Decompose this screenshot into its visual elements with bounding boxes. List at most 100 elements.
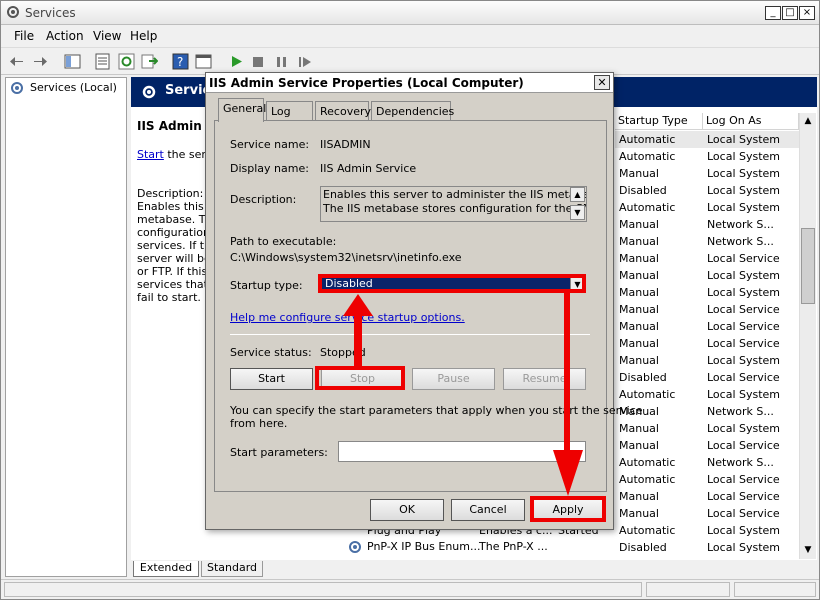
services-rows: Automatic Local System Automatic Local Syst… (615, 131, 799, 556)
annotation-arrow-down-shaft (564, 292, 570, 452)
window-title: Services (25, 6, 76, 20)
table-row[interactable]: Manual Local Service (615, 250, 799, 267)
tab-recovery[interactable]: Recovery (315, 101, 371, 121)
start-service-icon[interactable] (228, 53, 245, 70)
table-row[interactable]: Automatic Local System (615, 522, 799, 539)
table-row[interactable]: Manual Network S... (615, 216, 799, 233)
display-name-label: Display name: (230, 162, 309, 175)
forward-icon[interactable] (31, 53, 48, 70)
resume-button[interactable]: Resume (503, 368, 586, 390)
table-row[interactable]: Automatic Local System (615, 386, 799, 403)
table-row[interactable]: Manual Local Service (615, 318, 799, 335)
start-service-link[interactable]: Start (137, 148, 164, 161)
pause-button[interactable]: Pause (412, 368, 495, 390)
description-box[interactable]: Enables this server to administer the II… (320, 186, 587, 222)
startup-type-cell: Manual (619, 337, 659, 350)
description-scroll-down-icon[interactable]: ▼ (570, 205, 585, 220)
minimize-button[interactable]: _ (765, 6, 781, 20)
cancel-button[interactable]: Cancel (451, 499, 525, 521)
tree-item-services-local[interactable]: Services (Local) (30, 81, 117, 94)
close-button[interactable]: × (799, 6, 815, 20)
start-button[interactable]: Start (230, 368, 313, 390)
table-row[interactable]: Automatic Local System (615, 199, 799, 216)
log-on-as-cell: Local Service (707, 252, 780, 265)
table-row[interactable]: Manual Local Service (615, 301, 799, 318)
restart-service-icon[interactable] (296, 53, 313, 70)
export-list-icon[interactable] (141, 53, 159, 70)
refresh-icon[interactable] (118, 53, 135, 70)
scroll-thumb[interactable] (801, 228, 815, 304)
pause-service-icon[interactable] (273, 53, 290, 70)
annotation-box-stop (315, 366, 405, 390)
menu-action[interactable]: Action (46, 29, 84, 43)
tab-extended[interactable]: Extended (133, 561, 199, 577)
table-row[interactable]: Automatic Local System (615, 131, 799, 148)
scroll-down-icon[interactable]: ▼ (800, 542, 816, 558)
status-section (734, 582, 816, 597)
annotation-arrow-down-icon (553, 450, 583, 499)
table-row[interactable]: Manual Local Service (615, 505, 799, 522)
description-scroll-up-icon[interactable]: ▲ (570, 187, 585, 202)
table-row[interactable]: Automatic Local Service (615, 471, 799, 488)
table-row[interactable]: Automatic Network S... (615, 454, 799, 471)
start-params-note-2: from here. (230, 417, 288, 430)
column-header-log-on-as[interactable]: Log On As (703, 113, 799, 130)
scroll-up-icon[interactable]: ▲ (800, 113, 816, 129)
vertical-scrollbar[interactable]: ▲ ▼ (799, 113, 816, 559)
back-icon[interactable] (9, 53, 26, 70)
tab-general[interactable]: General (218, 98, 266, 122)
show-hide-tree-icon[interactable] (64, 53, 81, 70)
startup-type-cell: Manual (619, 218, 659, 231)
dialog-title: IIS Admin Service Properties (Local Comp… (209, 76, 524, 90)
table-row[interactable]: Disabled Local System (615, 182, 799, 199)
startup-type-cell: Manual (619, 439, 659, 452)
service-name-value: IISADMIN (320, 138, 371, 151)
maximize-button[interactable]: □ (782, 6, 798, 20)
startup-type-cell: Automatic (619, 201, 676, 214)
table-row[interactable]: Manual Local System (615, 284, 799, 301)
start-params-note-1: You can specify the start parameters tha… (230, 404, 643, 417)
service-name-last[interactable]: PnP-X IP Bus Enum... (367, 538, 480, 555)
column-header-startup-type[interactable]: Startup Type (615, 113, 703, 130)
properties-icon[interactable] (94, 53, 111, 70)
table-row[interactable]: Manual Local System (615, 352, 799, 369)
dialog-close-button[interactable]: ✕ (594, 75, 610, 90)
tab-log-on[interactable]: Log On (266, 101, 313, 131)
table-row[interactable]: Manual Local Service (615, 335, 799, 352)
startup-type-cell: Manual (619, 303, 659, 316)
menu-file[interactable]: File (14, 29, 34, 43)
help-icon[interactable]: ? (172, 53, 189, 70)
console-icon[interactable] (195, 53, 212, 70)
table-row[interactable]: Manual Network S... (615, 233, 799, 250)
description-line-2: The IIS metabase stores configuration fo… (323, 202, 587, 215)
log-on-as-cell: Local System (707, 541, 781, 554)
startup-type-cell: Automatic (619, 133, 676, 146)
ok-button[interactable]: OK (370, 499, 444, 521)
table-row[interactable]: Manual Local System (615, 420, 799, 437)
table-row[interactable]: Disabled Local Service (615, 369, 799, 386)
tab-standard[interactable]: Standard (201, 561, 263, 577)
tab-dependencies[interactable]: Dependencies (371, 101, 454, 121)
table-row[interactable]: Manual Local Service (615, 488, 799, 505)
services-local-icon (10, 81, 24, 98)
log-on-as-cell: Local Service (707, 490, 780, 503)
log-on-as-cell: Local System (707, 524, 781, 537)
menu-help[interactable]: Help (130, 29, 157, 43)
table-row[interactable]: Manual Local System (615, 267, 799, 284)
menu-view[interactable]: View (93, 29, 121, 43)
log-on-as-cell: Local System (707, 133, 781, 146)
startup-type-cell: Manual (619, 235, 659, 248)
services-gear-icon (6, 5, 20, 19)
description-label: Description: (230, 193, 297, 206)
table-row[interactable]: Manual Local System (615, 165, 799, 182)
stop-service-icon[interactable] (250, 53, 267, 70)
status-section (4, 582, 642, 597)
log-on-as-cell: Network S... (707, 218, 774, 231)
table-row[interactable]: Disabled Local System (615, 539, 799, 556)
startup-type-cell: Disabled (619, 371, 667, 384)
start-params-input[interactable] (338, 441, 586, 462)
table-row[interactable]: Automatic Local System (615, 148, 799, 165)
dialog-title-bar: IIS Admin Service Properties (Local Comp… (206, 73, 613, 93)
table-row[interactable]: Manual Local Service (615, 437, 799, 454)
startup-type-cell: Manual (619, 167, 659, 180)
